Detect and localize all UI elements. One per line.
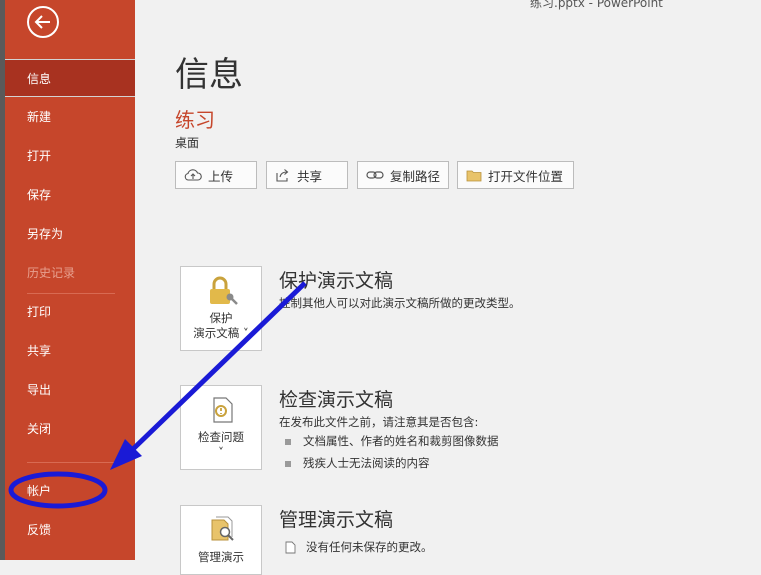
upload-button[interactable]: 上传 bbox=[175, 161, 257, 189]
list-item: 文档属性、作者的姓名和裁剪图像数据 bbox=[285, 433, 499, 449]
protect-presentation-title: 保护演示文稿 bbox=[279, 270, 394, 292]
sidebar-item-open[interactable]: 打开 bbox=[5, 137, 135, 175]
sidebar-item-new[interactable]: 新建 bbox=[5, 98, 135, 136]
bullet-icon bbox=[285, 460, 291, 467]
sidebar-item-feedback[interactable]: 反馈 bbox=[5, 511, 135, 549]
share-button[interactable]: 共享 bbox=[266, 161, 348, 189]
open-file-location-button[interactable]: 打开文件位置 bbox=[457, 161, 574, 189]
inspect-document-icon bbox=[213, 397, 233, 423]
list-item: 残疾人士无法阅读的内容 bbox=[285, 455, 430, 471]
sidebar-item-account[interactable]: 帐户 bbox=[5, 472, 135, 510]
manage-presentation-button[interactable]: 管理演示 bbox=[180, 505, 262, 575]
lock-key-icon bbox=[210, 276, 238, 305]
copy-path-button[interactable]: 复制路径 bbox=[357, 161, 449, 189]
sidebar-item-info[interactable]: 信息 bbox=[5, 59, 135, 97]
upload-cloud-icon bbox=[184, 169, 202, 181]
info-pane: 练习.pptx - PowerPoint 信息 练习 桌面 上传 共享 复制路径… bbox=[135, 0, 761, 575]
document-icon bbox=[285, 541, 296, 554]
sidebar-item-save[interactable]: 保存 bbox=[5, 176, 135, 214]
protect-presentation-button[interactable]: 保护 演示文稿 ˅ bbox=[180, 266, 262, 351]
sidebar-divider bbox=[27, 462, 115, 463]
back-button[interactable] bbox=[27, 6, 59, 38]
sidebar-item-close[interactable]: 关闭 bbox=[5, 410, 135, 448]
back-arrow-icon bbox=[34, 15, 50, 29]
manage-presentation-title: 管理演示文稿 bbox=[279, 509, 394, 531]
inspect-presentation-title: 检查演示文稿 bbox=[279, 389, 394, 411]
sidebar-item-export[interactable]: 导出 bbox=[5, 371, 135, 409]
manage-presentation-description: 没有任何未保存的更改。 bbox=[285, 539, 433, 555]
check-for-issues-button[interactable]: 检查问题 ˅ bbox=[180, 385, 262, 470]
share-icon bbox=[276, 169, 289, 182]
sidebar-item-print[interactable]: 打印 bbox=[5, 293, 135, 331]
sidebar-item-save-as[interactable]: 另存为 bbox=[5, 215, 135, 253]
file-location: 桌面 bbox=[175, 136, 200, 150]
sidebar-item-history[interactable]: 历史记录 bbox=[5, 254, 135, 292]
file-name: 练习 bbox=[175, 108, 215, 132]
sidebar-item-share[interactable]: 共享 bbox=[5, 332, 135, 370]
backstage-sidebar: 信息 新建 打开 保存 另存为 历史记录 打印 共享 导出 关闭 帐户 反馈 bbox=[5, 0, 135, 560]
window-title: 练习.pptx - PowerPoint bbox=[530, 0, 663, 10]
page-title: 信息 bbox=[175, 55, 243, 95]
link-icon bbox=[366, 171, 384, 179]
manage-document-icon bbox=[211, 516, 234, 541]
folder-icon bbox=[466, 170, 482, 181]
inspect-presentation-description: 在发布此文件之前，请注意其是否包含: bbox=[279, 415, 479, 429]
protect-presentation-description: 控制其他人可以对此演示文稿所做的更改类型。 bbox=[279, 296, 521, 310]
bullet-icon bbox=[285, 438, 291, 445]
